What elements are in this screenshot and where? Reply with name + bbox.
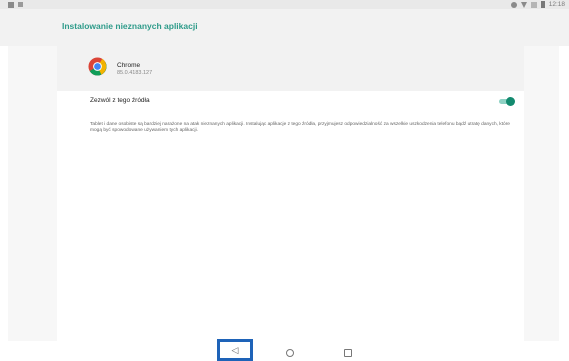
sync-icon — [510, 1, 517, 8]
status-right-icons: 12:18 — [510, 0, 565, 9]
navigation-bar — [0, 341, 569, 361]
status-bar: 12:18 — [0, 0, 569, 9]
wifi-icon — [520, 1, 527, 8]
app-name: Chrome — [117, 62, 141, 69]
back-icon: ◁ — [231, 344, 239, 355]
status-left-icons — [8, 0, 23, 9]
image-icon — [8, 1, 14, 8]
status-time: 12:18 — [548, 1, 565, 8]
no-signal-icon — [530, 1, 537, 8]
back-button[interactable]: ◁ — [217, 339, 253, 361]
toggle-knob — [506, 97, 515, 106]
allow-source-toggle[interactable] — [499, 97, 515, 106]
recents-button[interactable] — [344, 349, 352, 357]
chrome-icon — [88, 57, 107, 76]
edit-icon — [18, 2, 23, 7]
left-margin-panel — [8, 46, 57, 341]
page-title: Instalowanie nieznanych aplikacji — [62, 21, 198, 31]
warning-text: Tablet i dane osobiste są bardziej naraż… — [90, 122, 510, 135]
right-margin-panel — [524, 46, 559, 341]
app-version: 85.0.4183.127 — [117, 70, 153, 76]
allow-source-label: Zezwól z tego źródła — [90, 97, 150, 104]
battery-icon — [540, 1, 545, 8]
warning-paragraph: Tablet i dane osobiste są bardziej naraż… — [90, 122, 510, 134]
home-button[interactable] — [286, 349, 294, 357]
